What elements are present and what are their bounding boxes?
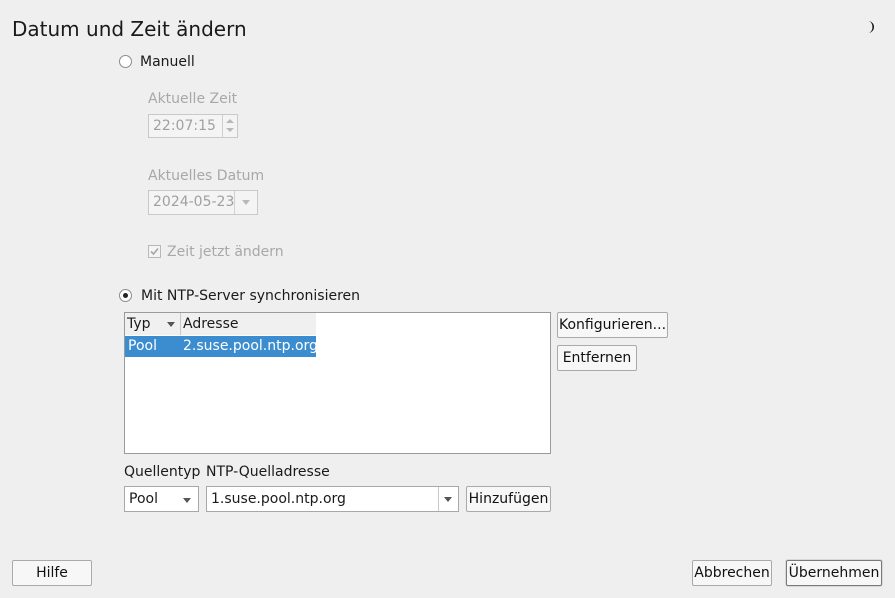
checkmark-icon <box>150 247 159 256</box>
row-type-cell: Pool <box>128 338 157 354</box>
date-value: 2024-05-23 <box>153 194 235 210</box>
change-now-label: Zeit jetzt ändern <box>167 244 284 260</box>
stepper-up-icon[interactable] <box>226 119 234 123</box>
time-spinbox[interactable]: 22:07:15 <box>148 114 238 138</box>
cancel-button[interactable]: Abbrechen <box>692 560 772 586</box>
remove-button[interactable]: Entfernen <box>557 345 637 371</box>
table-row[interactable]: Pool 2.suse.pool.ntp.org <box>125 336 318 357</box>
manual-radio-label[interactable]: Manuell <box>140 54 195 70</box>
apply-button[interactable]: Übernehmen <box>786 560 882 586</box>
time-value: 22:07:15 <box>153 118 216 134</box>
source-type-value: Pool <box>129 491 158 507</box>
chevron-down-icon[interactable] <box>444 497 452 502</box>
manual-radio[interactable] <box>119 55 132 68</box>
ntp-radio-label[interactable]: Mit NTP-Server synchronisieren <box>141 288 360 304</box>
source-type-select[interactable]: Pool <box>124 486 199 512</box>
moon-icon[interactable] <box>863 20 877 34</box>
source-address-label: NTP-Quelladresse <box>206 464 330 480</box>
configure-button[interactable]: Konfigurieren... <box>557 312 668 338</box>
source-type-label: Quellentyp <box>124 464 201 480</box>
ntp-radio[interactable] <box>119 289 132 302</box>
dialog-title: Datum und Zeit ändern <box>12 17 247 41</box>
help-button[interactable]: Hilfe <box>12 560 92 586</box>
source-address-combo[interactable]: 1.suse.pool.ntp.org <box>206 486 459 512</box>
date-combo[interactable]: 2024-05-23 <box>148 190 258 215</box>
sort-indicator-icon <box>167 322 175 327</box>
current-date-label: Aktuelles Datum <box>148 168 265 184</box>
date-dropdown-icon[interactable] <box>242 200 250 205</box>
ntp-server-table[interactable]: Typ Adresse Pool 2.suse.pool.ntp.org <box>124 312 551 454</box>
table-header: Typ Adresse <box>125 313 316 335</box>
source-address-value[interactable]: 1.suse.pool.ntp.org <box>211 491 346 507</box>
time-stepper[interactable] <box>222 115 237 137</box>
column-header-address[interactable]: Adresse <box>181 313 316 335</box>
row-address-cell: 2.suse.pool.ntp.org <box>183 338 318 354</box>
current-time-label: Aktuelle Zeit <box>148 91 238 107</box>
chevron-down-icon[interactable] <box>183 498 191 503</box>
column-header-type[interactable]: Typ <box>125 313 181 335</box>
change-now-checkbox[interactable] <box>148 245 161 258</box>
stepper-down-icon[interactable] <box>226 128 234 132</box>
add-button[interactable]: Hinzufügen <box>466 486 551 512</box>
